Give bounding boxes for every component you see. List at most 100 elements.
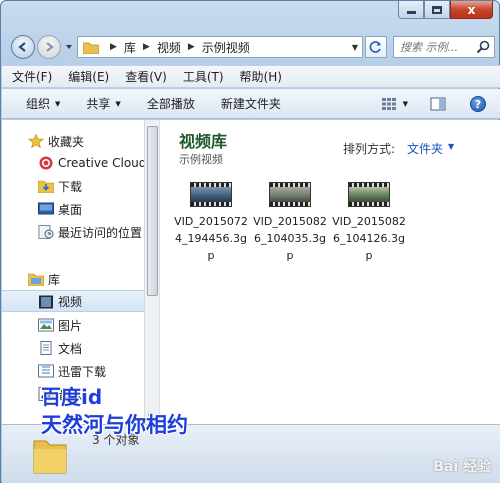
sidebar-item-recent-places[interactable]: 最近访问的位置 — [2, 221, 144, 243]
close-icon: x — [467, 2, 476, 17]
forward-button[interactable] — [37, 35, 61, 59]
sidebar-item-label: 图片 — [58, 318, 83, 333]
video-frame — [270, 187, 310, 202]
command-bar: 组织 ▼ 共享 ▼ 全部播放 新建文件夹 ▼ ? — [2, 89, 500, 119]
refresh-icon — [369, 41, 381, 53]
baidu-jingyan-logo: Bai 经验 — [433, 459, 491, 475]
chevron-down-icon: ▼ — [115, 99, 121, 108]
breadcrumb-separator[interactable]: ▶ — [143, 42, 150, 52]
sidebar-item-creative-cloud[interactable]: Creative Cloud — [2, 152, 144, 174]
documents-icon — [40, 341, 52, 355]
arrange-by-dropdown[interactable]: 文件夹 — [407, 140, 443, 157]
file-item[interactable]: VID_20150826_104126.3gp — [331, 182, 407, 264]
sidebar-item-videos[interactable]: 视频 — [2, 290, 144, 312]
file-name: VID_20150826_104126.3gp — [332, 215, 406, 262]
breadcrumb-videos[interactable]: 视频 — [157, 39, 181, 56]
share-button[interactable]: 共享 ▼ — [86, 95, 120, 112]
menu-bar: 文件(F) 编辑(E) 查看(V) 工具(T) 帮助(H) — [2, 65, 500, 88]
play-all-label: 全部播放 — [146, 97, 195, 111]
desktop-icon — [38, 202, 54, 215]
watermark-line-2: 天然河与你相约 — [41, 413, 188, 437]
new-folder-label: 新建文件夹 — [220, 97, 281, 111]
creative-cloud-icon — [39, 156, 53, 170]
menu-help[interactable]: 帮助(H) — [240, 68, 282, 85]
organize-button[interactable]: 组织 ▼ — [26, 95, 60, 112]
folder-icon — [33, 440, 67, 474]
file-name: VID_20150826_104035.3gp — [253, 215, 327, 262]
forward-arrow-icon — [46, 42, 54, 52]
maximize-button[interactable] — [424, 1, 450, 19]
back-button[interactable] — [11, 35, 35, 59]
library-title: 视频库 — [179, 132, 228, 151]
video-thumbnail-icon — [348, 182, 390, 207]
video-thumbnail-icon — [269, 182, 311, 207]
watermark-line-1: 百度id — [41, 385, 103, 409]
chevron-down-icon[interactable]: ▼ — [448, 142, 454, 151]
address-dropdown-icon[interactable]: ▼ — [352, 43, 358, 52]
arrange-by-label: 排列方式: — [343, 142, 396, 156]
star-icon — [28, 134, 44, 148]
sidebar-item-label: 收藏夹 — [48, 134, 85, 149]
menu-tools[interactable]: 工具(T) — [183, 68, 224, 85]
sidebar-item-label: 视频 — [58, 294, 83, 309]
sidebar-item-thunder-downloads[interactable]: 迅雷下载 — [2, 360, 144, 382]
breadcrumb-separator[interactable]: ▶ — [110, 42, 117, 52]
preview-pane-icon[interactable] — [430, 97, 446, 111]
library-icon — [28, 273, 44, 286]
navigation-pane-scrollbar[interactable]: ▼ — [144, 120, 159, 424]
pictures-icon — [38, 318, 54, 332]
file-name: VID_20150724_194456.3gp — [174, 215, 248, 262]
change-view-icon[interactable] — [381, 97, 397, 111]
thunder-download-icon — [38, 364, 54, 378]
new-folder-button[interactable]: 新建文件夹 — [221, 95, 281, 112]
file-item[interactable]: VID_20150826_104035.3gp — [252, 182, 328, 264]
video-thumbnail-icon — [190, 182, 232, 207]
navigation-bar: ▶ 库 ▶ 视频 ▶ 示例视频 ▼ — [7, 33, 495, 61]
breadcrumb-sample-videos[interactable]: 示例视频 — [202, 39, 250, 56]
folder-icon — [83, 42, 99, 54]
view-controls: ▼ ? — [381, 89, 500, 119]
sidebar-item-desktop[interactable]: 桌面 — [2, 198, 144, 220]
video-frame — [349, 187, 389, 202]
search-icon[interactable] — [476, 40, 490, 54]
organize-label: 组织 — [26, 97, 51, 111]
video-frame — [191, 187, 231, 202]
share-label: 共享 — [86, 97, 111, 111]
sidebar-item-pictures[interactable]: 图片 — [2, 314, 144, 336]
refresh-button[interactable] — [365, 36, 387, 58]
back-arrow-icon — [18, 42, 26, 52]
recent-places-icon — [38, 225, 54, 239]
navigation-pane: 收藏夹 Creative Cloud 下载 桌面 最近访问的位置 库 视频 图片… — [2, 120, 144, 424]
sidebar-libraries-header[interactable]: 库 — [2, 268, 144, 290]
play-all-button[interactable]: 全部播放 — [147, 95, 195, 112]
menu-file[interactable]: 文件(F) — [12, 68, 52, 85]
menu-view[interactable]: 查看(V) — [125, 68, 167, 85]
breadcrumb-library[interactable]: 库 — [124, 39, 136, 56]
sidebar-favorites-header[interactable]: 收藏夹 — [2, 130, 144, 152]
library-subtitle: 示例视频 — [179, 153, 223, 166]
caption-buttons: x — [398, 1, 493, 19]
view-dropdown-icon[interactable]: ▼ — [403, 100, 408, 108]
recent-pages-chevron-icon[interactable] — [65, 43, 73, 51]
menu-edit[interactable]: 编辑(E) — [68, 68, 109, 85]
maximize-icon — [432, 5, 442, 14]
minimize-button[interactable] — [398, 1, 424, 19]
minimize-icon — [406, 11, 416, 14]
search-input[interactable] — [400, 40, 480, 54]
file-item[interactable]: VID_20150724_194456.3gp — [173, 182, 249, 264]
search-box[interactable] — [393, 36, 495, 58]
sidebar-item-documents[interactable]: 文档 — [2, 337, 144, 359]
breadcrumb-separator[interactable]: ▶ — [188, 42, 195, 52]
sidebar-item-downloads[interactable]: 下载 — [2, 175, 144, 197]
address-bar[interactable]: ▶ 库 ▶ 视频 ▶ 示例视频 ▼ — [77, 36, 363, 58]
scrollbar-thumb[interactable] — [147, 126, 158, 296]
close-button[interactable]: x — [450, 1, 493, 19]
sidebar-item-label: 桌面 — [58, 202, 83, 217]
help-icon[interactable]: ? — [470, 96, 486, 112]
sidebar-item-label: 下载 — [58, 179, 83, 194]
explorer-window: x ▶ 库 ▶ 视频 ▶ 示例视频 ▼ 搜索 示例... 文件(F) 编辑(E)… — [0, 0, 500, 483]
sidebar-item-label: 库 — [48, 272, 61, 287]
sidebar-item-label: 最近访问的位置 — [58, 225, 143, 240]
download-folder-icon — [38, 180, 54, 193]
chevron-down-icon: ▼ — [55, 99, 61, 108]
